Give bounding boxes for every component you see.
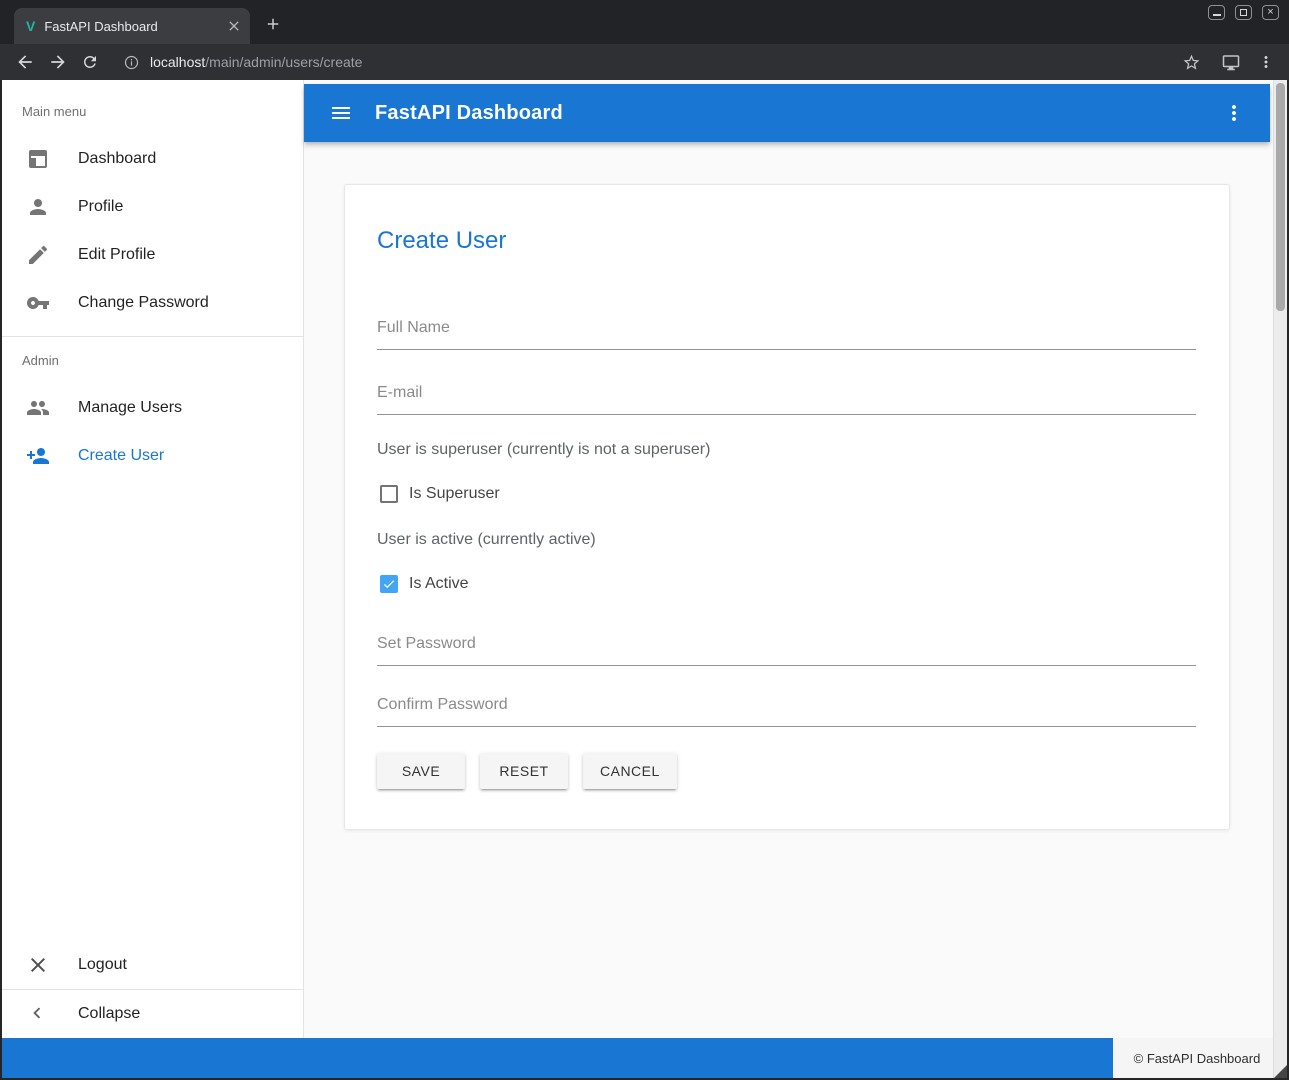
window-close-button[interactable]: × [1262, 5, 1279, 20]
browser-window: V FastAPI Dashboard × localhost/main/ [0, 0, 1289, 1080]
checkbox-label: Is Superuser [409, 485, 500, 503]
checkbox-checked-icon[interactable] [380, 575, 398, 593]
sidebar-spacer [2, 480, 303, 941]
sidebar-item-create-user[interactable]: Create User [2, 432, 303, 480]
maximize-icon [1240, 9, 1247, 16]
page-scrollbar[interactable] [1273, 80, 1287, 1078]
save-button[interactable]: SAVE [377, 753, 465, 789]
page-content: Create User User is superuser (currently… [304, 142, 1273, 1038]
page-info-icon[interactable] [123, 54, 140, 71]
window-controls: × [1208, 5, 1279, 20]
back-icon[interactable] [15, 52, 35, 72]
sidebar-item-label: Collapse [78, 1005, 140, 1023]
sidebar-item-manage-users[interactable]: Manage Users [2, 384, 303, 432]
app-footer: © FastAPI Dashboard [2, 1038, 1287, 1078]
confirm-password-field[interactable] [377, 694, 1196, 727]
cancel-button[interactable]: CANCEL [583, 753, 677, 789]
sidebar: Main menu Dashboard Profile Edit Profile [2, 80, 304, 1038]
scrollbar-thumb[interactable] [1276, 83, 1285, 311]
tab-title: FastAPI Dashboard [44, 19, 226, 34]
footer-copyright: © FastAPI Dashboard [1113, 1038, 1281, 1078]
browser-tab[interactable]: V FastAPI Dashboard [14, 8, 250, 44]
sidebar-section-main: Main menu [2, 80, 303, 119]
main-area: FastAPI Dashboard Create User User is su… [304, 80, 1273, 1038]
bookmark-star-icon[interactable] [1182, 53, 1201, 72]
chevron-left-icon [26, 1002, 50, 1026]
people-icon [26, 396, 50, 420]
new-tab-button[interactable] [262, 13, 284, 35]
pencil-icon [26, 243, 50, 267]
sidebar-item-label: Create User [78, 447, 164, 465]
active-hint: User is active (currently active) [377, 531, 1196, 549]
hamburger-menu-icon[interactable] [329, 101, 353, 125]
sidebar-item-logout[interactable]: Logout [2, 941, 303, 989]
set-password-field[interactable] [377, 633, 1196, 666]
window-resize-grip-icon[interactable] [1274, 1065, 1287, 1078]
browser-address-bar: localhost/main/admin/users/create [0, 44, 1289, 80]
url-host: localhost [150, 54, 205, 70]
key-icon [26, 291, 50, 315]
checkbox-label: Is Active [409, 575, 469, 593]
page-title: Create User [377, 225, 1196, 257]
tab-close-icon[interactable] [226, 18, 242, 34]
person-icon [26, 195, 50, 219]
window-minimize-button[interactable] [1208, 5, 1225, 20]
sidebar-item-collapse[interactable]: Collapse [2, 990, 303, 1038]
is-superuser-checkbox[interactable]: Is Superuser [377, 485, 1196, 503]
url-bar[interactable]: localhost/main/admin/users/create [150, 54, 362, 70]
sidebar-item-dashboard[interactable]: Dashboard [2, 135, 303, 183]
sidebar-item-profile[interactable]: Profile [2, 183, 303, 231]
sidebar-item-label: Logout [78, 956, 127, 974]
monitor-icon[interactable] [1222, 53, 1240, 71]
web-page: Main menu Dashboard Profile Edit Profile [2, 80, 1287, 1078]
superuser-hint: User is superuser (currently is not a su… [377, 441, 1196, 459]
dashboard-icon [26, 147, 50, 171]
sidebar-section-admin: Admin [2, 337, 303, 368]
close-x-icon [26, 953, 50, 977]
appbar-menu-icon[interactable] [1222, 101, 1246, 125]
reload-icon[interactable] [81, 53, 99, 71]
appbar-title: FastAPI Dashboard [375, 102, 563, 125]
url-path: /main/admin/users/create [205, 54, 362, 70]
email-field[interactable] [377, 382, 1196, 415]
checkbox-unchecked-icon[interactable] [380, 485, 398, 503]
browser-tab-strip: V FastAPI Dashboard × [0, 0, 1289, 44]
app-bar: FastAPI Dashboard [304, 84, 1270, 142]
sidebar-item-label: Dashboard [78, 150, 156, 168]
sidebar-item-label: Change Password [78, 294, 209, 312]
sidebar-item-label: Profile [78, 198, 123, 216]
minimize-icon [1213, 14, 1221, 16]
form-actions: SAVE RESET CANCEL [377, 753, 1196, 789]
browser-menu-icon[interactable] [1257, 53, 1275, 71]
forward-icon[interactable] [48, 52, 68, 72]
sidebar-item-change-password[interactable]: Change Password [2, 279, 303, 327]
sidebar-item-label: Manage Users [78, 399, 182, 417]
window-maximize-button[interactable] [1235, 5, 1252, 20]
create-user-card: Create User User is superuser (currently… [344, 184, 1230, 830]
sidebar-item-edit-profile[interactable]: Edit Profile [2, 231, 303, 279]
reset-button[interactable]: RESET [480, 753, 568, 789]
site-favicon-icon: V [26, 18, 35, 34]
full-name-field[interactable] [377, 317, 1196, 350]
person-add-icon [26, 444, 50, 468]
is-active-checkbox[interactable]: Is Active [377, 575, 1196, 593]
sidebar-item-label: Edit Profile [78, 246, 155, 264]
